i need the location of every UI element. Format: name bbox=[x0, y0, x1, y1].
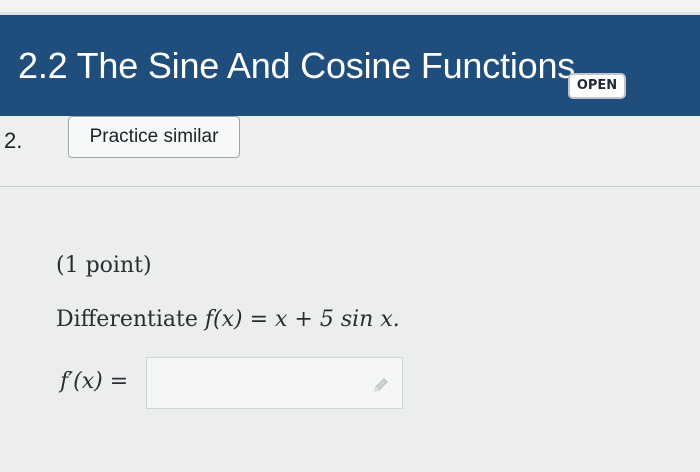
practice-similar-button[interactable]: Practice similar bbox=[68, 116, 240, 158]
question-number: 2. bbox=[4, 128, 23, 153]
answer-label: f′(x) = bbox=[60, 369, 129, 394]
question-toolbar: 2. Practice similar bbox=[0, 116, 700, 187]
page-title: 2.2 The Sine And Cosine Functions bbox=[18, 45, 576, 86]
point-value: (1 point) bbox=[56, 253, 152, 278]
pencil-icon[interactable] bbox=[372, 377, 390, 395]
window-top-edge bbox=[0, 0, 700, 12]
problem-expression: f(x) = x + 5 sin x. bbox=[204, 307, 400, 332]
problem-statement: Differentiate f(x) = x + 5 sin x. bbox=[56, 307, 400, 332]
problem-content: (1 point) Differentiate f(x) = x + 5 sin… bbox=[0, 187, 700, 472]
status-badge: OPEN bbox=[568, 73, 626, 99]
answer-input[interactable] bbox=[146, 357, 403, 409]
section-header: 2.2 The Sine And Cosine Functions OPEN bbox=[0, 12, 700, 116]
problem-prompt: Differentiate bbox=[56, 307, 205, 332]
